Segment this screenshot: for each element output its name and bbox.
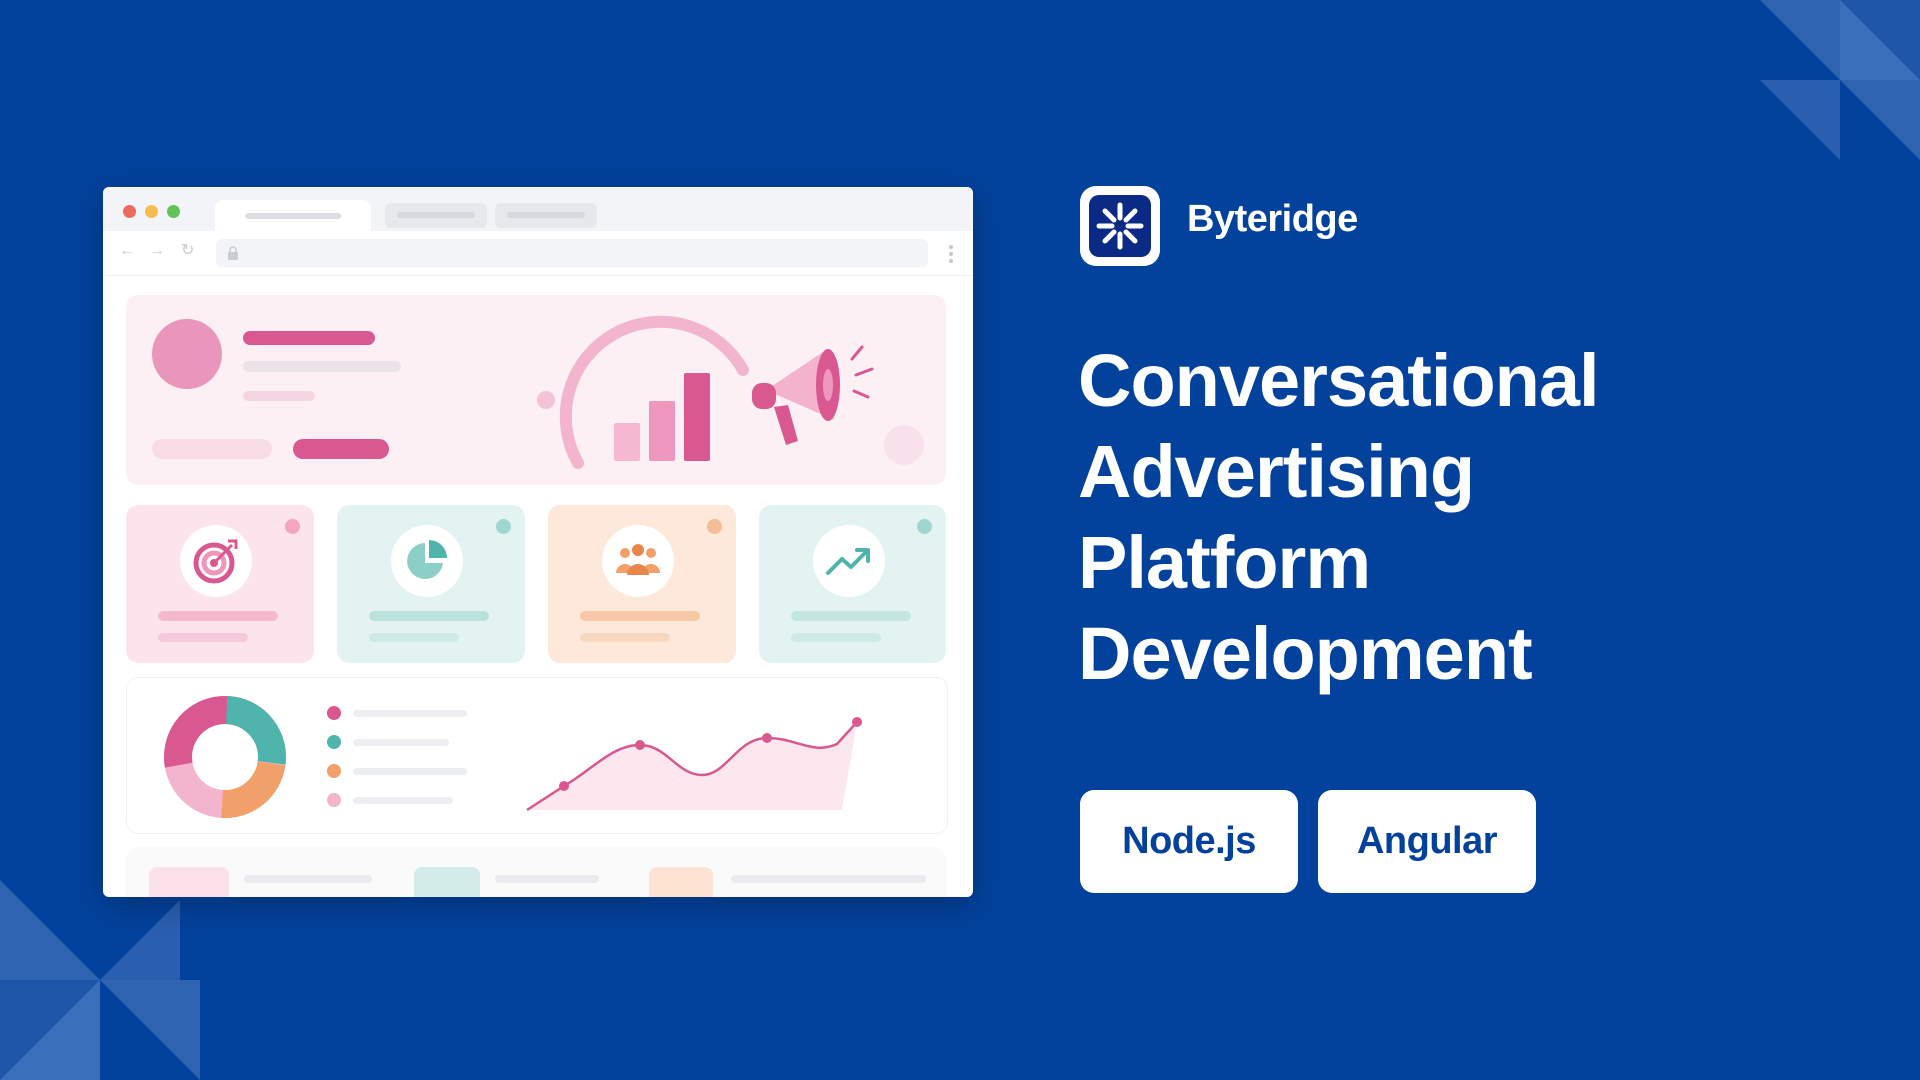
chart-card — [126, 677, 948, 834]
brand-name: Byteridge — [1187, 198, 1358, 240]
people-icon — [616, 544, 660, 575]
growth-illustration — [537, 315, 924, 469]
donut-chart — [164, 696, 286, 818]
headline-line: Development — [1078, 612, 1533, 695]
headline-line: Advertising — [1078, 430, 1475, 513]
brand-logo — [1080, 186, 1160, 266]
back-arrow-icon: ← — [119, 242, 135, 259]
stat-card-trend — [759, 505, 946, 663]
tag-angular[interactable]: Angular — [1318, 790, 1536, 893]
kebab-menu-icon — [949, 245, 953, 266]
browser-tab — [385, 203, 487, 228]
line-chart — [526, 717, 862, 812]
headline-line: Conversational — [1078, 339, 1600, 422]
pie-chart-icon — [407, 540, 447, 579]
browser-tab-active — [215, 200, 371, 231]
target-icon — [193, 539, 238, 584]
trend-up-icon — [826, 548, 870, 575]
minimize-dot — [145, 205, 158, 218]
browser-titlebar — [103, 187, 973, 231]
asterisk-logo-icon — [1089, 195, 1151, 257]
maximize-dot — [167, 205, 180, 218]
forward-arrow-icon: → — [149, 242, 165, 259]
tag-nodejs[interactable]: Node.js — [1080, 790, 1298, 893]
stat-card-people — [548, 505, 736, 663]
stat-card-target — [126, 505, 314, 663]
headline-line: Platform — [1078, 521, 1371, 604]
url-bar — [216, 239, 928, 267]
browser-tab — [495, 203, 597, 228]
close-dot — [123, 205, 136, 218]
hero-card — [126, 295, 946, 485]
megaphone-icon — [752, 345, 874, 445]
browser-mockup: ← → ↻ — [103, 187, 973, 897]
table-row — [126, 847, 946, 897]
avatar — [152, 319, 222, 389]
bottom-left-decoration — [0, 880, 200, 1080]
lock-icon — [228, 246, 238, 260]
stat-card-pie — [337, 505, 525, 663]
reload-icon: ↻ — [181, 242, 195, 259]
top-right-decoration — [1760, 0, 1920, 160]
page-title: Conversational Advertising Platform Deve… — [1078, 335, 1838, 699]
